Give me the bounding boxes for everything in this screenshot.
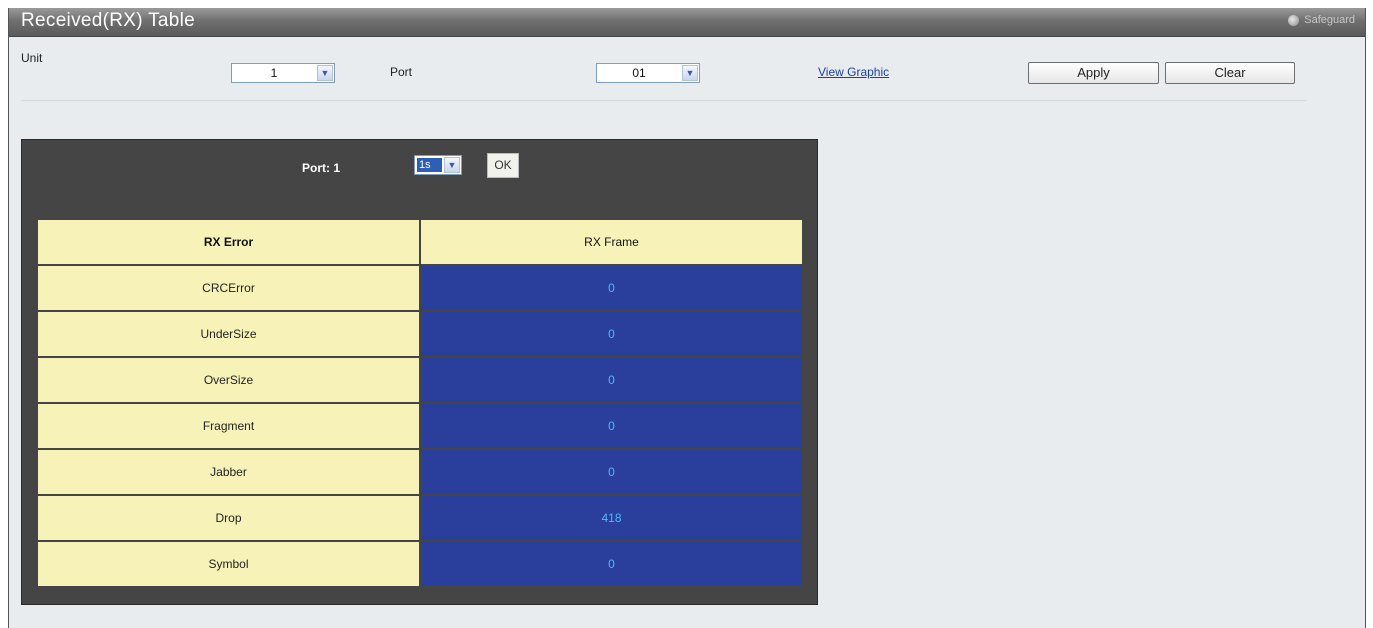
- toolbar-divider: [21, 100, 1306, 101]
- chevron-down-icon[interactable]: ▼: [682, 65, 698, 81]
- chevron-down-icon[interactable]: ▼: [317, 65, 333, 81]
- title-bar: Received(RX) Table Safeguard: [9, 8, 1365, 37]
- unit-select[interactable]: 1 ▼: [231, 63, 335, 83]
- ok-button[interactable]: OK: [487, 153, 519, 178]
- rx-frame-value: 0: [419, 310, 804, 358]
- rx-error-header: RX Error: [36, 218, 421, 266]
- interval-select[interactable]: 1s ▼: [414, 155, 462, 175]
- toolbar: Unit 1 ▼ Port 01 ▼ View Graphic Apply Cl…: [9, 36, 1365, 106]
- view-graphic-link[interactable]: View Graphic: [818, 65, 889, 79]
- rx-error-name: OverSize: [36, 356, 421, 404]
- panel-port-label: Port: 1: [302, 161, 341, 175]
- rx-error-name: Fragment: [36, 402, 421, 450]
- rx-frame-value: 0: [419, 402, 804, 450]
- rx-frame-value: 418: [419, 494, 804, 542]
- port-select-value: 01: [632, 66, 646, 80]
- rx-error-name: UnderSize: [36, 310, 421, 358]
- table-row: Symbol 0: [36, 540, 804, 588]
- table-row: CRCError 0: [36, 264, 804, 312]
- safeguard-icon: [1288, 14, 1300, 26]
- port-label: Port: [390, 65, 413, 79]
- rx-frame-value: 0: [419, 448, 804, 496]
- rx-error-table: RX Error RX Frame CRCError 0 UnderSize 0…: [36, 218, 804, 588]
- table-row: Drop 418: [36, 494, 804, 542]
- safeguard-indicator: Safeguard: [1288, 14, 1355, 26]
- safeguard-label: Safeguard: [1304, 14, 1355, 26]
- rx-frame-value: 0: [419, 264, 804, 312]
- unit-select-value: 1: [270, 66, 278, 80]
- rx-frame-value: 0: [419, 356, 804, 404]
- rx-frame-value: 0: [419, 540, 804, 588]
- table-row: UnderSize 0: [36, 310, 804, 358]
- rx-error-name: Jabber: [36, 448, 421, 496]
- rx-table-window: Received(RX) Table Safeguard Unit 1 ▼ Po…: [8, 8, 1366, 628]
- table-header-row: RX Error RX Frame: [36, 218, 804, 266]
- rx-frame-header: RX Frame: [419, 218, 804, 266]
- unit-label: Unit: [21, 51, 43, 65]
- rx-error-name: Drop: [36, 494, 421, 542]
- rx-error-name: CRCError: [36, 264, 421, 312]
- table-row: Fragment 0: [36, 402, 804, 450]
- table-row: Jabber 0: [36, 448, 804, 496]
- interval-select-value: 1s: [417, 158, 442, 172]
- port-select[interactable]: 01 ▼: [596, 63, 700, 83]
- table-row: OverSize 0: [36, 356, 804, 404]
- apply-button[interactable]: Apply: [1028, 62, 1159, 84]
- rx-error-name: Symbol: [36, 540, 421, 588]
- chevron-down-icon[interactable]: ▼: [444, 157, 460, 173]
- clear-button[interactable]: Clear: [1165, 62, 1295, 84]
- rx-stats-panel: Port: 1 1s ▼ OK RX Error RX Frame CRCErr…: [21, 139, 818, 605]
- page-title: Received(RX) Table: [21, 10, 196, 31]
